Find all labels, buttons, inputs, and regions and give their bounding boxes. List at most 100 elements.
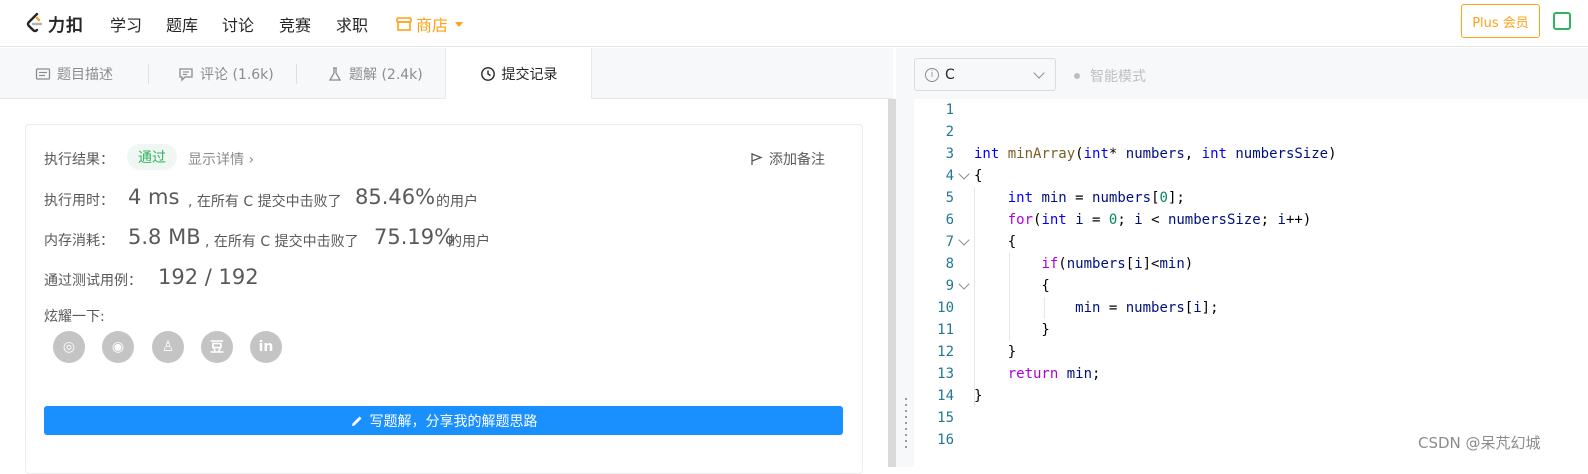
code-line: 7 {	[914, 231, 1588, 253]
code-line: 10 min = numbers[i];	[914, 297, 1588, 319]
tests-label: 通过测试用例：	[44, 273, 142, 289]
runtime-users-text: 的用户	[436, 194, 478, 210]
qq-icon[interactable]: ♙	[152, 331, 184, 363]
tab-solutions[interactable]: 题解 (2.4k)	[327, 48, 423, 99]
memory-label: 内存消耗：	[44, 233, 114, 249]
nav-item-store[interactable]: 商店	[396, 12, 464, 36]
fold-chevron-icon[interactable]	[958, 168, 970, 180]
code-text: min = numbers[i];	[1075, 300, 1219, 316]
tests-value: 192 / 192	[158, 265, 259, 289]
line-number: 15	[937, 410, 954, 426]
language-value: C	[945, 66, 955, 83]
chevron-down-icon	[1033, 67, 1045, 79]
pencil-icon	[351, 416, 361, 426]
line-number: 8	[945, 256, 954, 272]
watermark: CSDN @呆芃幻城	[1418, 434, 1541, 452]
runtime-label: 执行用时：	[44, 193, 114, 209]
fold-chevron-icon[interactable]	[958, 234, 970, 246]
splitter-grip-icon[interactable]	[905, 398, 907, 448]
plus-member-button[interactable]: Plus 会员	[1461, 4, 1540, 38]
tab-solutions-label: 题解 (2.4k)	[349, 66, 423, 83]
store-icon	[396, 17, 412, 31]
tab-divider	[296, 64, 297, 84]
memory-beat-text: , 在所有 C 提交中击败了	[205, 234, 359, 250]
code-line: 6 for(int i = 0; i < numbersSize; i++)	[914, 209, 1588, 231]
douban-icon[interactable]: 豆	[201, 331, 233, 363]
write-solution-button[interactable]: 写题解，分享我的解题思路	[44, 406, 843, 435]
line-number: 12	[937, 344, 954, 360]
wechat-icon[interactable]: ◎	[53, 331, 85, 363]
line-number: 4	[945, 168, 954, 184]
flask-icon	[328, 66, 342, 81]
code-line: 15	[914, 407, 1588, 429]
logo-text: 力扣	[48, 15, 84, 36]
line-number: 7	[945, 234, 954, 250]
tab-divider	[148, 64, 149, 84]
fold-chevron-icon[interactable]	[958, 278, 970, 290]
nav-item-jobs[interactable]: 求职	[336, 12, 368, 36]
show-details-link[interactable]: 显示详情 ›	[188, 149, 254, 169]
leetcode-logo-icon	[26, 12, 43, 33]
line-number: 14	[937, 388, 954, 404]
code-line: 3 int minArray(int* numbers, int numbers…	[914, 143, 1588, 165]
code-text: for(int i = 0; i < numbersSize; i++)	[1007, 212, 1312, 228]
code-line: 9 {	[914, 275, 1588, 297]
code-text: return min;	[1007, 366, 1101, 382]
status-dot-icon	[1074, 73, 1080, 79]
comment-icon	[179, 67, 193, 82]
top-nav: 力扣 学习 题库 讨论 竞赛 求职 商店 Plus 会员	[0, 0, 1588, 47]
code-line: 4 {	[914, 165, 1588, 187]
line-number: 5	[945, 190, 954, 206]
info-icon: i	[925, 67, 939, 82]
tab-submissions[interactable]: 提交记录	[445, 48, 592, 100]
device-icon[interactable]	[1553, 12, 1571, 30]
tab-description[interactable]: 题目描述	[35, 48, 113, 99]
language-select[interactable]: i C	[914, 58, 1056, 91]
code-editor[interactable]: 1 2 3 int minArray(int* numbers, int num…	[914, 99, 1588, 467]
code-line: 1	[914, 99, 1588, 121]
code-line: 2	[914, 121, 1588, 143]
runtime-value: 4 ms	[128, 185, 180, 209]
code-text: {	[974, 234, 1017, 250]
add-note-label: 添加备注	[769, 152, 825, 168]
code-text: if(numbers[i]<min)	[1041, 256, 1194, 272]
runtime-percentile: 85.46%	[355, 185, 436, 209]
memory-percentile: 75.19%	[374, 225, 455, 249]
line-number: 3	[945, 146, 954, 162]
code-text: }	[974, 344, 1017, 360]
code-text: {	[974, 168, 983, 184]
runtime-beat-text: , 在所有 C 提交中击败了	[188, 194, 342, 210]
left-panel-scrollbar[interactable]	[888, 99, 896, 467]
linkedin-icon[interactable]: in	[250, 331, 282, 363]
memory-value: 5.8 MB	[128, 225, 201, 249]
weibo-icon[interactable]: ◉	[102, 331, 134, 363]
smart-mode-label: 智能模式	[1090, 69, 1146, 85]
add-note-button[interactable]: 添加备注	[750, 149, 825, 169]
line-number: 10	[937, 300, 954, 316]
code-text: }	[974, 388, 983, 404]
code-line: 13 return min;	[914, 363, 1588, 385]
line-number: 1	[945, 102, 954, 118]
code-text: int minArray(int* numbers, int numbersSi…	[974, 146, 1337, 162]
share-label: 炫耀一下:	[44, 309, 105, 325]
left-tab-bar: 题目描述 评论 (1.6k) 题解 (2.4k) 提交记录	[0, 48, 893, 100]
status-label: 执行结果：	[44, 152, 114, 168]
tab-description-label: 题目描述	[57, 66, 113, 83]
code-text: int min = numbers[0];	[1007, 190, 1185, 206]
clock-icon	[480, 67, 495, 81]
smart-mode-toggle[interactable]: 智能模式	[1074, 66, 1146, 86]
caret-down-icon	[455, 21, 464, 27]
code-line: 5 int min = numbers[0];	[914, 187, 1588, 209]
tab-comments-label: 评论 (1.6k)	[200, 66, 274, 83]
flag-icon	[751, 153, 763, 165]
logo[interactable]: 力扣	[24, 10, 84, 36]
nav-item-problems[interactable]: 题库	[166, 12, 198, 36]
nav-item-learn[interactable]: 学习	[110, 12, 142, 36]
write-solution-label: 写题解，分享我的解题思路	[369, 413, 538, 430]
editor-toolbar: i C 智能模式	[914, 48, 1588, 99]
tab-comments[interactable]: 评论 (1.6k)	[178, 48, 274, 99]
code-text: }	[974, 322, 1050, 338]
nav-item-discuss[interactable]: 讨论	[222, 12, 254, 36]
nav-item-contest[interactable]: 竞赛	[279, 12, 311, 36]
description-icon	[35, 67, 51, 80]
